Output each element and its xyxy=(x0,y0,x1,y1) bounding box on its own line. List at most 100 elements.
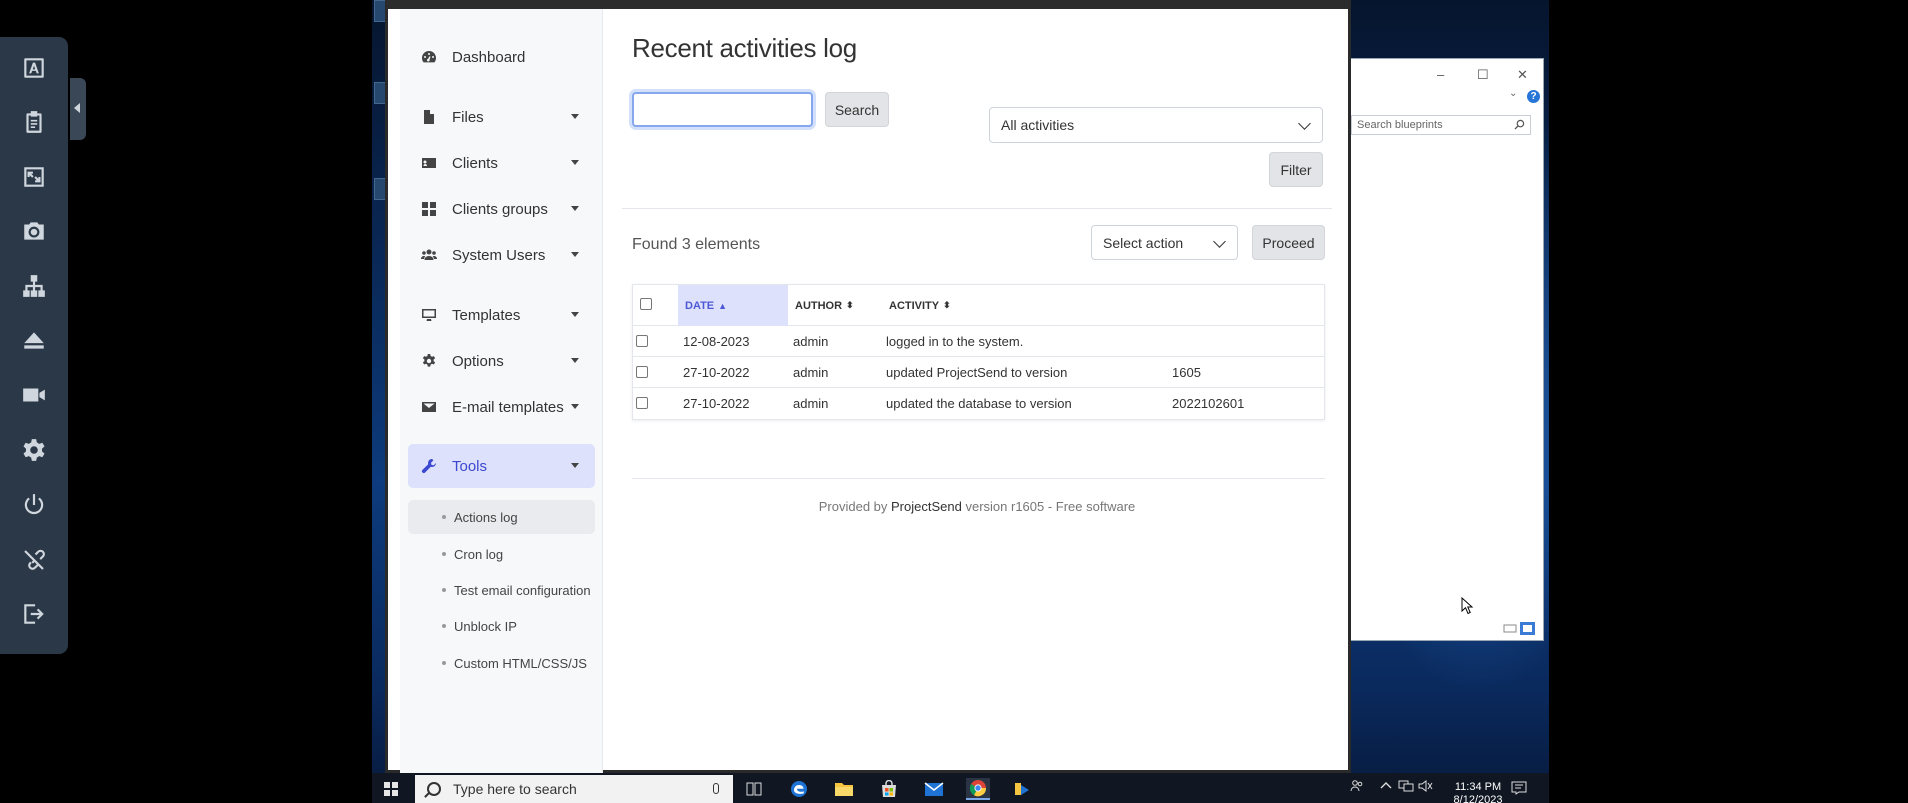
sidebar-item-label: Tools xyxy=(452,457,488,475)
cell-author: admin xyxy=(793,364,829,380)
chevron-down-icon[interactable]: ⌄ xyxy=(1509,88,1517,99)
caret-down-icon xyxy=(571,312,579,317)
caret-down-icon xyxy=(571,114,579,119)
search-input[interactable] xyxy=(632,92,813,127)
close-icon[interactable]: ✕ xyxy=(1517,67,1528,83)
row-checkbox[interactable] xyxy=(636,335,648,347)
taskbar-search-input[interactable]: Type here to search xyxy=(415,775,733,803)
activity-filter-select[interactable]: All activities xyxy=(989,107,1323,143)
explorer-search-input[interactable]: Search blueprints xyxy=(1351,115,1531,135)
footer-divider xyxy=(632,478,1325,479)
envelope-icon xyxy=(421,399,437,415)
network-icon[interactable] xyxy=(14,266,54,306)
column-header-label: ACTIVITY xyxy=(889,299,940,312)
column-header-date[interactable]: DATE ▲ xyxy=(678,285,788,326)
sidebar-subitem-unblock-ip[interactable]: Unblock IP xyxy=(408,609,595,643)
toolbar-collapse-handle[interactable] xyxy=(70,78,86,140)
sidebar-item-clients-groups[interactable]: Clients groups xyxy=(408,187,595,231)
microphone-icon[interactable] xyxy=(713,783,719,794)
sidebar-subitem-label: Test email configuration xyxy=(454,582,591,598)
sidebar-item-templates[interactable]: Templates xyxy=(408,293,595,337)
taskbar-clock[interactable]: 11:34 PM 8/12/2023 xyxy=(1448,781,1508,803)
sidebar-item-clients[interactable]: Clients xyxy=(408,141,595,185)
bulk-action-select[interactable]: Select action xyxy=(1091,225,1238,260)
column-header-activity[interactable]: ACTIVITY ⬍ xyxy=(889,285,1009,326)
file-explorer-icon[interactable] xyxy=(832,778,856,800)
notification-icon[interactable] xyxy=(1511,781,1527,798)
maximize-icon[interactable]: ☐ xyxy=(1477,67,1489,83)
logout-icon[interactable] xyxy=(14,594,54,634)
caret-down-icon xyxy=(571,463,579,468)
table-row: 12-08-2023 admin logged in to the system… xyxy=(633,326,1324,357)
sidebar-subitem-label: Actions log xyxy=(454,509,518,525)
activity-filter-value: All activities xyxy=(1001,117,1075,133)
id-card-icon xyxy=(421,155,437,171)
people-icon[interactable] xyxy=(1350,779,1364,796)
sidebar-subitem-actions-log[interactable]: Actions log xyxy=(408,500,595,534)
wrench-icon xyxy=(421,458,437,474)
sidebar-subitem-test-email[interactable]: Test email configuration xyxy=(408,573,595,607)
table-row: 27-10-2022 admin updated the database to… xyxy=(633,388,1324,419)
camera-icon[interactable] xyxy=(14,211,54,251)
browser-window: Dashboard Files Clients Clients groups S… xyxy=(385,0,1351,773)
caret-down-icon xyxy=(571,206,579,211)
sidebar-item-tools[interactable]: Tools xyxy=(408,444,595,488)
page-title: Recent activities log xyxy=(632,33,857,63)
disconnect-icon[interactable] xyxy=(14,540,54,580)
video-icon[interactable] xyxy=(14,375,54,415)
sidebar-item-options[interactable]: Options xyxy=(408,339,595,383)
row-checkbox[interactable] xyxy=(636,366,648,378)
edge-browser-icon[interactable] xyxy=(787,778,811,800)
windows-start-icon[interactable] xyxy=(384,782,398,796)
minimize-icon[interactable]: – xyxy=(1437,67,1444,82)
taskbar-search-placeholder: Type here to search xyxy=(453,781,577,797)
file-explorer-window: – ☐ ✕ ⌄ ? Search blueprints xyxy=(1348,58,1544,641)
sidebar-subitem-label: Unblock IP xyxy=(454,618,517,634)
tray-chevron-up-icon[interactable] xyxy=(1380,780,1392,793)
search-icon xyxy=(427,782,441,796)
mouse-cursor-icon xyxy=(1461,597,1474,615)
sidebar-item-label: System Users xyxy=(452,246,546,264)
clipboard-icon[interactable] xyxy=(14,102,54,142)
remote-toolbar xyxy=(0,37,68,654)
sidebar-item-email-templates[interactable]: E-mail templates xyxy=(408,385,595,429)
cell-activity: logged in to the system. xyxy=(886,333,1024,349)
main-content: Recent activities log Search All activit… xyxy=(608,9,1346,773)
row-checkbox[interactable] xyxy=(636,397,648,409)
select-all-checkbox[interactable] xyxy=(640,298,652,310)
chrome-icon[interactable] xyxy=(966,778,990,800)
fullscreen-icon[interactable] xyxy=(14,157,54,197)
column-header-author[interactable]: AUTHOR ⬍ xyxy=(795,285,880,326)
store-icon[interactable] xyxy=(877,778,901,800)
search-button[interactable]: Search xyxy=(825,92,889,127)
help-icon[interactable]: ? xyxy=(1527,90,1540,103)
sidebar-subitem-custom-assets[interactable]: Custom HTML/CSS/JS xyxy=(408,646,595,680)
network-tray-icon[interactable] xyxy=(1398,779,1414,796)
eject-icon[interactable] xyxy=(14,321,54,361)
folder-app-icon[interactable] xyxy=(1010,778,1034,800)
view-toggle-icon[interactable] xyxy=(1502,621,1536,636)
volume-icon[interactable] xyxy=(1418,779,1434,796)
proceed-button[interactable]: Proceed xyxy=(1252,225,1325,260)
taskbar: Type here to search 11:34 PM 8/12/2023 xyxy=(372,773,1549,803)
power-icon[interactable] xyxy=(14,485,54,525)
cell-date: 27-10-2022 xyxy=(683,364,750,380)
footer-suffix: version r1605 - Free software xyxy=(965,499,1136,514)
cell-author: admin xyxy=(793,333,829,349)
sidebar-subitem-cron-log[interactable]: Cron log xyxy=(408,537,595,571)
cell-extra: 2022102601 xyxy=(1172,395,1245,411)
chevron-down-icon xyxy=(1213,235,1226,248)
sort-icon: ⬍ xyxy=(846,300,854,310)
sidebar-item-files[interactable]: Files xyxy=(408,95,595,139)
mail-icon[interactable] xyxy=(922,778,946,800)
task-view-icon[interactable] xyxy=(742,778,766,800)
filter-button[interactable]: Filter xyxy=(1269,152,1323,187)
keyboard-icon[interactable] xyxy=(14,48,54,88)
footer-brand-link[interactable]: ProjectSend xyxy=(891,499,962,514)
sidebar-item-system-users[interactable]: System Users xyxy=(408,233,595,277)
sidebar-item-dashboard[interactable]: Dashboard xyxy=(408,35,595,79)
cell-activity: updated the database to version xyxy=(886,395,1072,411)
settings-icon[interactable] xyxy=(14,430,54,470)
sidebar-subitem-label: Custom HTML/CSS/JS xyxy=(454,655,587,671)
table-header: DATE ▲ AUTHOR ⬍ ACTIVITY ⬍ xyxy=(633,285,1324,326)
